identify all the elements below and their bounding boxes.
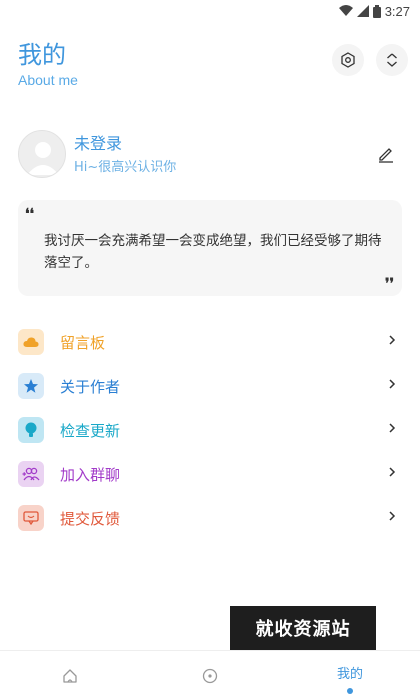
page-subtitle: About me xyxy=(18,72,78,88)
menu-item-check-update[interactable]: 检查更新 xyxy=(0,408,420,452)
signal-icon xyxy=(356,5,369,17)
profile-section[interactable]: 未登录 Hi~很高兴认识你 xyxy=(18,128,402,180)
compass-icon xyxy=(202,668,218,684)
menu-item-submit-feedback[interactable]: 提交反馈 xyxy=(0,496,420,540)
wifi-icon xyxy=(338,5,353,16)
star-icon xyxy=(18,373,44,399)
menu-list: 留言板 关于作者 检查更新 加入群聊 提交反馈 xyxy=(0,320,420,540)
status-time: 3:27 xyxy=(384,3,410,19)
nav-item-home[interactable] xyxy=(0,651,140,700)
bulb-icon xyxy=(18,417,44,443)
page-header: 我的 About me xyxy=(18,40,78,88)
menu-item-message-board[interactable]: 留言板 xyxy=(0,320,420,364)
quote-open-icon: ❛❛ xyxy=(25,206,35,222)
menu-label: 检查更新 xyxy=(60,421,121,440)
user-greeting: Hi~很高兴认识你 xyxy=(74,159,177,175)
chevron-right-icon xyxy=(389,335,396,345)
quote-close-icon: ❜❜ xyxy=(384,276,394,292)
chevron-right-icon xyxy=(389,423,396,433)
nav-label-me: 我的 xyxy=(336,666,363,682)
nav-item-discover[interactable] xyxy=(140,651,280,700)
avatar[interactable] xyxy=(18,130,66,178)
quote-text: 我讨厌一会充满希望一会变成绝望，我们已经受够了期待落空了。 xyxy=(44,233,382,271)
user-name[interactable]: 未登录 xyxy=(74,134,176,154)
edit-profile-button[interactable] xyxy=(374,142,398,166)
page-title: 我的 xyxy=(18,41,66,69)
refresh-icon xyxy=(387,53,397,67)
watermark: 就收资源站 xyxy=(230,606,376,650)
nav-item-me[interactable]: 我的 xyxy=(280,651,420,700)
refresh-button[interactable] xyxy=(376,44,408,76)
quote-card: ❛❛ 我讨厌一会充满希望一会变成绝望，我们已经受够了期待落空了。 ❜❜ xyxy=(18,200,402,296)
chevron-right-icon xyxy=(389,379,396,389)
chevron-right-icon xyxy=(389,467,396,477)
menu-label: 留言板 xyxy=(60,333,106,352)
active-indicator xyxy=(347,687,353,694)
home-icon xyxy=(63,669,77,683)
menu-label: 关于作者 xyxy=(60,377,121,396)
menu-label: 加入群聊 xyxy=(60,465,121,484)
chevron-right-icon xyxy=(389,511,396,521)
pencil-icon xyxy=(379,148,393,163)
menu-item-join-group[interactable]: 加入群聊 xyxy=(0,452,420,496)
settings-button[interactable] xyxy=(332,44,364,76)
hexagon-settings-icon xyxy=(341,52,355,68)
battery-icon xyxy=(372,4,381,18)
menu-label: 提交反馈 xyxy=(60,509,121,528)
status-bar: 3:27 xyxy=(0,0,420,22)
menu-item-about-author[interactable]: 关于作者 xyxy=(0,364,420,408)
bottom-nav: 我的 xyxy=(0,650,420,700)
default-avatar-icon xyxy=(27,142,59,175)
feedback-icon xyxy=(18,505,44,531)
cloud-icon xyxy=(18,329,44,355)
group-icon xyxy=(18,461,44,487)
